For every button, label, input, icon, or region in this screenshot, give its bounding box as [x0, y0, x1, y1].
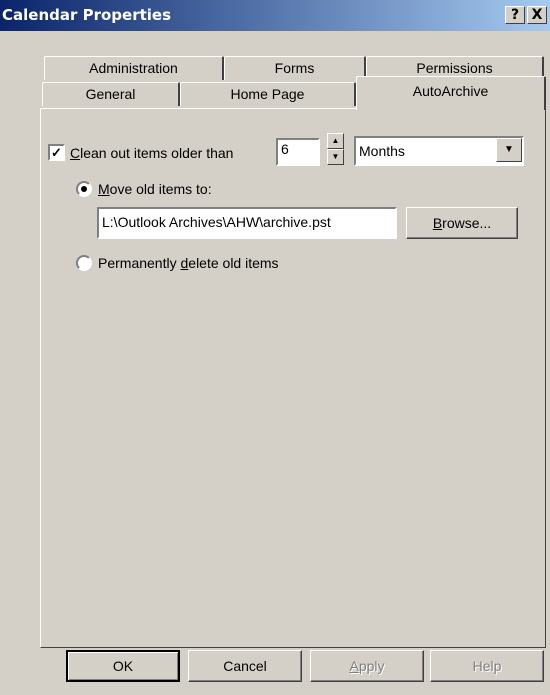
tab-general[interactable]: General [42, 82, 180, 106]
browse-button[interactable]: Browse... [406, 207, 518, 239]
permanently-delete-label[interactable]: Permanently delete old items [98, 255, 279, 271]
ok-button[interactable]: OK [66, 650, 180, 682]
tab-home-page[interactable]: Home Page [180, 82, 356, 106]
tab-autoarchive-label: AutoArchive [412, 83, 489, 99]
spin-down-icon[interactable]: ▼ [327, 149, 344, 165]
window-title: Calendar Properties [2, 6, 172, 24]
move-old-items-label[interactable]: Move old items to: [98, 181, 212, 197]
tab-administration-label: Administration [89, 60, 178, 76]
help-icon[interactable]: ? [505, 6, 525, 24]
close-icon[interactable]: X [527, 6, 547, 24]
tab-autoarchive[interactable]: AutoArchive [356, 76, 546, 110]
clean-out-label[interactable]: Clean out items older than [70, 145, 233, 161]
help-button[interactable]: Help [430, 650, 544, 682]
cancel-button[interactable]: Cancel [188, 650, 302, 682]
tab-administration[interactable]: Administration [44, 56, 224, 80]
radio-selected-dot [81, 186, 87, 192]
tab-home-page-label: Home Page [230, 86, 305, 102]
title-bar[interactable]: Calendar Properties ? X [0, 0, 550, 31]
clean-out-checkbox[interactable]: ✓ [48, 144, 65, 161]
age-value-field[interactable]: 6 [276, 138, 320, 166]
tab-forms[interactable]: Forms [224, 56, 366, 80]
calendar-properties-dialog: Calendar Properties ? X Administration F… [0, 0, 550, 695]
tab-general-label: General [85, 86, 136, 102]
dropdown-arrow-icon[interactable]: ▼ [496, 138, 522, 162]
apply-button[interactable]: Apply [310, 650, 424, 682]
permanently-delete-radio[interactable] [76, 255, 92, 271]
spin-up-icon[interactable]: ▲ [327, 133, 344, 149]
tab-forms-label: Forms [274, 60, 315, 76]
unit-select-value: Months [359, 143, 405, 159]
tab-permissions-label: Permissions [416, 60, 493, 76]
move-old-items-radio[interactable] [76, 181, 92, 197]
archive-path-field[interactable]: L:\Outlook Archives\AHW\archive.pst [97, 207, 397, 239]
